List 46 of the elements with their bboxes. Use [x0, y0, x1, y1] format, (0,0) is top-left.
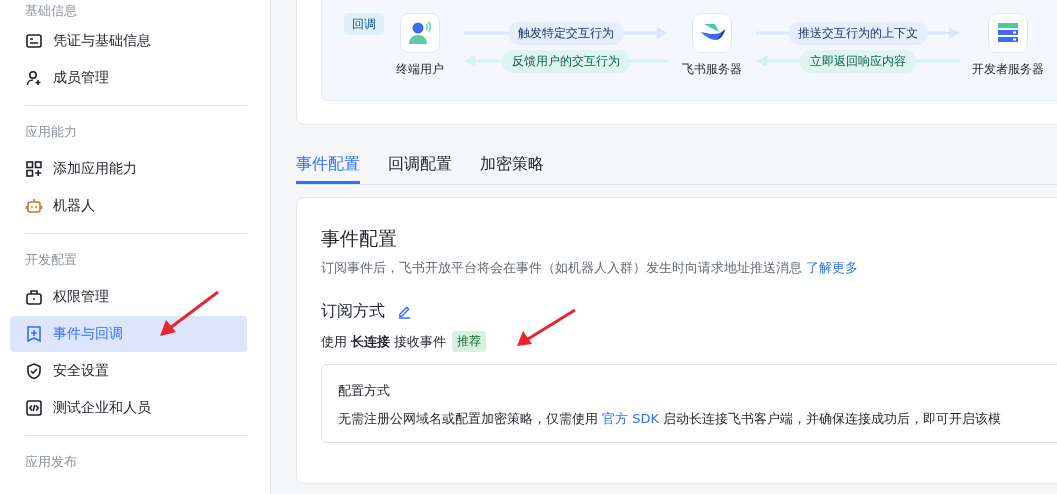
grid-add-icon — [25, 160, 43, 178]
sidebar-item[interactable]: 成员管理 — [10, 60, 247, 96]
tab[interactable]: 事件配置 — [296, 145, 360, 184]
tab[interactable]: 加密策略 — [480, 145, 544, 184]
description-text: 订阅事件后，飞书开放平台将会在事件（如机器人入群）发生时向请求地址推送消息 了解更多 — [321, 259, 860, 277]
bird-logo-icon — [692, 13, 732, 53]
code-icon — [25, 399, 43, 417]
shield-check-icon — [25, 362, 43, 380]
sidebar-item[interactable]: 凭证与基础信息 — [10, 23, 247, 59]
section-title: 基础信息 — [25, 2, 78, 20]
briefcase-icon — [25, 288, 43, 306]
sdk-link[interactable]: 官方 SDK — [602, 411, 660, 426]
arrow-label: 立即返回响应内容 — [800, 49, 916, 73]
sidebar-item[interactable]: 安全设置 — [10, 353, 247, 389]
user-icon — [400, 13, 440, 53]
node-label: 开发者服务器 — [972, 61, 1044, 78]
server-icon — [988, 13, 1028, 53]
sidebar-item[interactable]: 权限管理 — [10, 279, 247, 315]
box-title: 配置方式 — [338, 382, 391, 400]
sidebar-item[interactable]: 事件与回调 — [10, 316, 247, 352]
section-title: 开发配置 — [25, 251, 78, 269]
robot-icon — [25, 197, 43, 215]
arrow-label: 推送交互行为的上下文 — [788, 21, 928, 45]
bookmark-add-icon — [25, 325, 43, 343]
subheading: 订阅方式 — [321, 301, 385, 322]
recommended-tag: 推荐 — [452, 331, 487, 352]
annotation-arrow — [160, 290, 219, 336]
arrow-label: 触发特定交互行为 — [508, 21, 624, 45]
learn-more-link[interactable]: 了解更多 — [806, 260, 859, 275]
edit-icon[interactable] — [397, 304, 412, 319]
annotation-arrow — [517, 308, 576, 346]
sidebar-item[interactable]: 机器人 — [10, 188, 247, 224]
tab[interactable]: 回调配置 — [388, 145, 452, 184]
section-title: 应用发布 — [25, 453, 78, 471]
callback-badge: 回调 — [344, 13, 384, 35]
node-label: 终端用户 — [396, 61, 444, 78]
card-icon — [25, 32, 43, 50]
section-heading: 事件配置 — [321, 226, 398, 251]
node-label: 飞书服务器 — [682, 61, 742, 78]
sidebar-item[interactable]: 添加应用能力 — [10, 151, 247, 187]
method-text: 使用 长连接 接收事件 — [321, 332, 447, 351]
box-text: 无需注册公网域名或配置加密策略，仅需使用 官方 SDK 启动长连接飞书客户端，并确保连接成功后，即可开启该模 — [338, 410, 1003, 428]
section-title: 应用能力 — [25, 123, 78, 141]
person-add-icon — [25, 69, 43, 87]
sidebar-item[interactable]: 测试企业和人员 — [10, 390, 247, 426]
arrow-label: 反馈用户的交互行为 — [502, 49, 630, 73]
